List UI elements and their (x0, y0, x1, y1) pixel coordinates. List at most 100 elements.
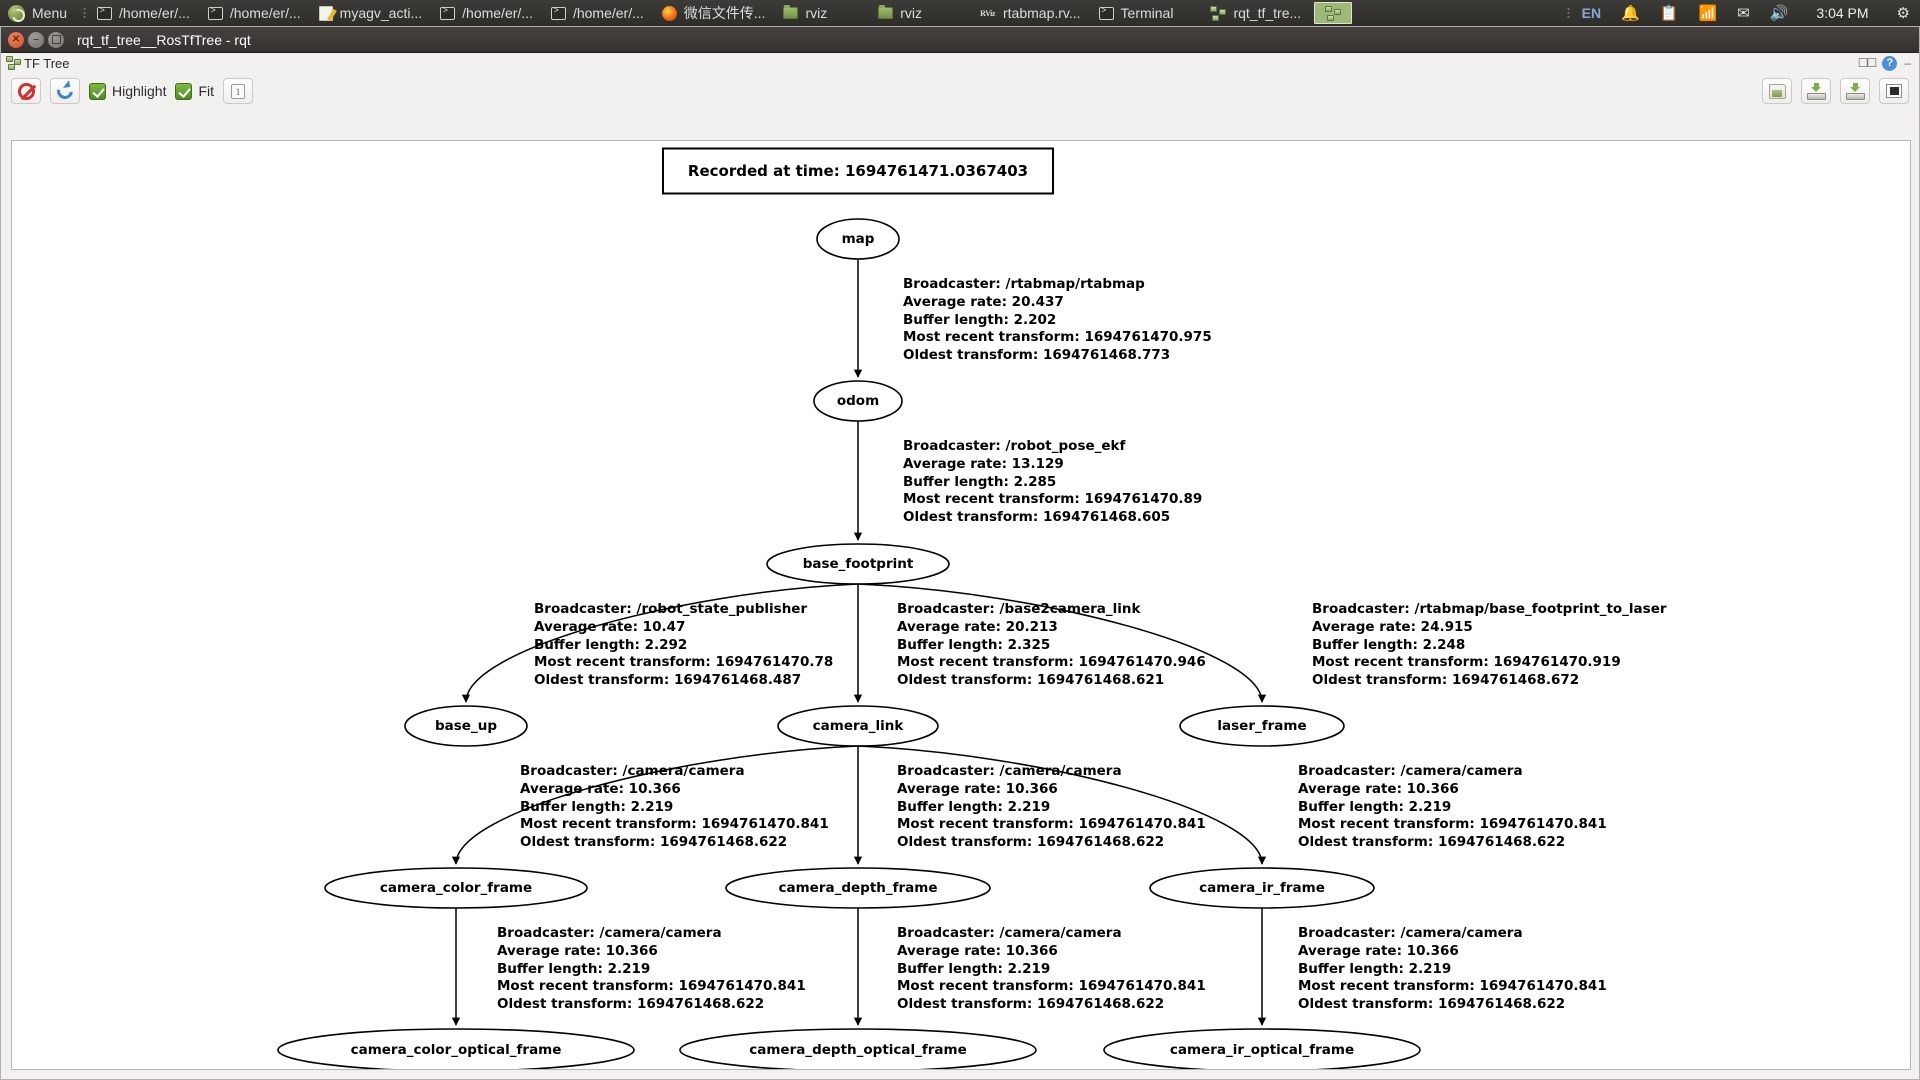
keyboard-layout-indicator[interactable]: EN (1572, 0, 1611, 26)
taskbar-item-label: rviz (900, 5, 922, 21)
help-icon[interactable]: ? (1882, 55, 1898, 71)
menu-button[interactable]: Menu (0, 0, 81, 26)
clipboard-button[interactable]: 📋 (1650, 0, 1689, 26)
close-icon[interactable]: ✕ (8, 31, 24, 48)
taskbar-item-label: Terminal (1120, 5, 1174, 21)
save-dot-button[interactable] (1762, 78, 1792, 104)
tf-tree-icon (6, 56, 21, 70)
widget-minimize-icon[interactable]: – (1904, 56, 1911, 70)
terminal-icon (97, 6, 113, 20)
edge-buffer-length: Buffer length: 2.219 (1298, 960, 1452, 977)
edge-most-recent: Most recent transform: 1694761470.841 (1298, 816, 1607, 833)
rqt-icon (1325, 5, 1342, 21)
edge-average-rate: Average rate: 20.437 (903, 293, 1064, 310)
panel-separator (83, 7, 87, 19)
tf-node-label-camera_ir_frame: camera_ir_frame (1199, 880, 1325, 896)
taskbar-item-3[interactable]: /home/er/... (431, 0, 542, 26)
no-entry-icon (17, 82, 35, 100)
taskbar-item-5[interactable]: 微信文件传... (653, 0, 775, 26)
tf-tree-canvas[interactable]: Recorded at time: 1694761471.0367403 map o… (11, 140, 1911, 1070)
edge-most-recent: Most recent transform: 1694761470.89 (903, 491, 1203, 508)
edge-broadcaster: Broadcaster: /camera/camera (1298, 763, 1523, 779)
clock-button[interactable]: 3:04 PM (1798, 0, 1886, 26)
rqt-window: ✕ – rqt_tf_tree__RosTfTree - rqt TF Tree… (0, 26, 1920, 1080)
volume-icon: 🔊 (1769, 4, 1789, 22)
tf-edge-label-camera_ir_frame-to-camera_ir_optical_frame: Broadcaster: /camera/camera Average rate:… (1298, 925, 1607, 1014)
tray-separator (1566, 7, 1570, 19)
volume-button[interactable]: 🔊 (1760, 0, 1799, 26)
taskbar-item-2[interactable]: myagv_acti... (310, 0, 431, 26)
taskbar-item-label: rtabmap.rv... (1003, 5, 1081, 21)
edge-broadcaster: Broadcaster: /rtabmap/base_footprint_to_… (1312, 601, 1667, 617)
edge-most-recent: Most recent transform: 1694761470.946 (897, 654, 1206, 671)
taskbar-item-10[interactable]: rqt_tf_tre... (1182, 0, 1310, 26)
terminal-icon (207, 6, 223, 20)
tf-node-label-camera_color_frame: camera_color_frame (379, 880, 533, 896)
fit-in-view-icon (1886, 84, 1902, 98)
taskbar-item-8[interactable]: RViz rtabmap.rv... (931, 0, 1090, 26)
tf-node-label-base_footprint: base_footprint (802, 556, 914, 572)
taskbar-item-1[interactable]: /home/er/... (199, 0, 310, 26)
edge-broadcaster: Broadcaster: /base2camera_link (897, 601, 1141, 617)
minimize-icon[interactable]: – (28, 31, 44, 48)
tf-edge-label-map-to-odom: Broadcaster: /rtabmap/rtabmap Average rat… (903, 276, 1212, 365)
terminal-icon (1098, 6, 1114, 20)
edge-buffer-length: Buffer length: 2.219 (520, 798, 674, 815)
edge-oldest: Oldest transform: 1694761468.622 (520, 834, 788, 851)
widget-title: TF Tree (24, 55, 70, 71)
stop-updates-button[interactable] (11, 78, 41, 104)
taskbar-item-label: rviz (805, 5, 828, 21)
edge-broadcaster: Broadcaster: /camera/camera (897, 763, 1122, 779)
fit-in-view-button[interactable] (1879, 78, 1909, 104)
fit-checkbox[interactable]: Fit (175, 82, 214, 100)
save-image-button[interactable] (1840, 78, 1870, 104)
edge-oldest: Oldest transform: 1694761468.622 (1298, 996, 1566, 1013)
edge-most-recent: Most recent transform: 1694761470.975 (903, 329, 1212, 346)
depth-button[interactable]: 1 (223, 78, 254, 104)
system-tray: EN 🔔 📋 📶 ✉ 🔊 3:04 PM ⚙ (1565, 0, 1920, 26)
mail-button[interactable]: ✉ (1727, 0, 1760, 26)
edge-most-recent: Most recent transform: 1694761470.841 (1298, 978, 1607, 995)
edge-average-rate: Average rate: 24.915 (1312, 618, 1473, 635)
taskbar-item-label: 微信文件传... (683, 5, 766, 21)
maximize-icon[interactable] (48, 31, 64, 48)
refresh-button[interactable] (50, 78, 80, 104)
taskbar-item-6[interactable]: rviz (774, 0, 836, 26)
window-titlebar[interactable]: ✕ – rqt_tf_tree__RosTfTree - rqt (1, 27, 1919, 53)
edge-most-recent: Most recent transform: 1694761470.919 (1312, 654, 1621, 671)
graph-text-layer: Recorded at time: 1694761471.0367403 map o… (12, 141, 1910, 1069)
edge-most-recent: Most recent transform: 1694761470.841 (497, 978, 806, 995)
widget-header: TF Tree ☐☐ ? – (1, 53, 1919, 73)
tf-node-label-base_up: base_up (435, 718, 497, 734)
taskbar-item-9[interactable]: Terminal (1090, 0, 1183, 26)
firefox-icon (661, 5, 677, 21)
edge-oldest: Oldest transform: 1694761468.487 (534, 672, 802, 689)
checkbox-checked-icon (175, 82, 193, 100)
taskbar-item-label: myagv_acti... (339, 5, 423, 21)
edge-oldest: Oldest transform: 1694761468.622 (1298, 834, 1566, 851)
notifications-button[interactable]: 🔔 (1611, 0, 1650, 26)
system-settings-button[interactable]: ⚙ (1887, 0, 1920, 26)
network-button[interactable]: 📶 (1688, 0, 1727, 26)
highlight-checkbox[interactable]: Highlight (89, 82, 166, 100)
edge-average-rate: Average rate: 10.366 (520, 780, 681, 797)
edge-average-rate: Average rate: 10.366 (897, 780, 1058, 797)
edge-buffer-length: Buffer length: 2.219 (497, 960, 651, 977)
taskbar-item-0[interactable]: /home/er/... (88, 0, 199, 26)
bell-icon: 🔔 (1621, 4, 1640, 22)
tf-node-label-laser_frame: laser_frame (1217, 718, 1307, 734)
taskbar-item-4[interactable]: /home/er/... (542, 0, 653, 26)
window-status-strip (11, 1072, 1911, 1079)
edge-buffer-length: Buffer length: 2.325 (897, 636, 1051, 653)
edge-average-rate: Average rate: 10.366 (497, 942, 658, 959)
save-svg-button[interactable] (1801, 78, 1831, 104)
edge-most-recent: Most recent transform: 1694761470.841 (897, 978, 1206, 995)
tf-edge-label-camera_link-to-camera_ir_frame: Broadcaster: /camera/camera Average rate:… (1298, 763, 1607, 852)
taskbar-item-7[interactable]: rviz (836, 0, 931, 26)
tf-tree-toolbar: Highlight Fit 1 (1, 73, 1919, 109)
float-icon[interactable]: ☐☐ (1858, 56, 1877, 70)
depth-icon: 1 (231, 83, 246, 99)
taskbar-item-active-rqt-tf-tree[interactable] (1314, 2, 1353, 24)
rqt-icon (1210, 5, 1227, 21)
refresh-icon (56, 82, 74, 100)
